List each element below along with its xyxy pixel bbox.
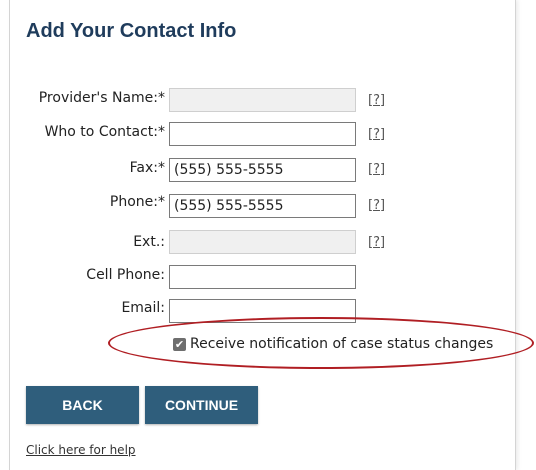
phone-field[interactable]	[169, 194, 356, 218]
notify-checkbox-row[interactable]: ✔ Receive notification of case status ch…	[173, 336, 493, 352]
checkbox-checked-icon[interactable]: ✔	[173, 337, 186, 351]
help-link[interactable]: Click here for help	[26, 443, 136, 457]
email-label: Email:	[121, 300, 165, 316]
phone-label: Phone:*	[109, 194, 165, 210]
email-field[interactable]	[169, 299, 356, 323]
fax-field[interactable]	[169, 158, 356, 182]
fax-label: Fax:*	[129, 160, 165, 176]
notify-checkbox-label: Receive notification of case status chan…	[190, 336, 494, 352]
cell-phone-field[interactable]	[169, 265, 356, 289]
back-button[interactable]: BACK	[26, 386, 139, 424]
cell-phone-label: Cell Phone:	[86, 267, 165, 283]
continue-button[interactable]: CONTINUE	[145, 386, 258, 424]
page-title: Add Your Contact Info	[26, 20, 237, 42]
who-to-contact-field[interactable]	[169, 122, 356, 146]
ext-help-icon[interactable]: [?]	[368, 235, 385, 250]
provider-name-label: Provider's Name:*	[38, 90, 165, 106]
ext-label: Ext.:	[133, 234, 165, 250]
fax-help-icon[interactable]: [?]	[368, 162, 385, 177]
phone-help-icon[interactable]: [?]	[368, 198, 385, 213]
provider-name-help-icon[interactable]: [?]	[368, 93, 385, 108]
ext-field[interactable]	[169, 230, 356, 254]
provider-name-field[interactable]	[169, 88, 356, 112]
who-to-contact-label: Who to Contact:*	[44, 124, 165, 140]
who-to-contact-help-icon[interactable]: [?]	[368, 127, 385, 142]
